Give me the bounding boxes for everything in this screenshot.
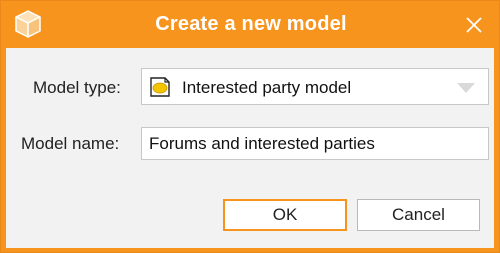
model-type-value: Interested party model — [182, 78, 352, 97]
model-type-select[interactable]: Interested party model — [141, 68, 489, 105]
dialog-body: Model type: Interested party model Model… — [6, 48, 494, 248]
dialog-title: Create a new model — [155, 13, 347, 35]
close-icon[interactable] — [463, 14, 485, 36]
create-model-dialog: Create a new model Model type: Intereste… — [0, 0, 500, 253]
model-name-input[interactable] — [141, 127, 489, 160]
ok-button[interactable]: OK — [223, 199, 347, 231]
dialog-titlebar: Create a new model — [1, 1, 500, 48]
chevron-down-icon[interactable] — [457, 83, 475, 93]
model-type-label: Model type: — [33, 78, 121, 97]
cancel-button[interactable]: Cancel — [357, 199, 480, 231]
interested-party-model-icon — [150, 77, 170, 97]
model-name-label: Model name: — [21, 134, 120, 153]
